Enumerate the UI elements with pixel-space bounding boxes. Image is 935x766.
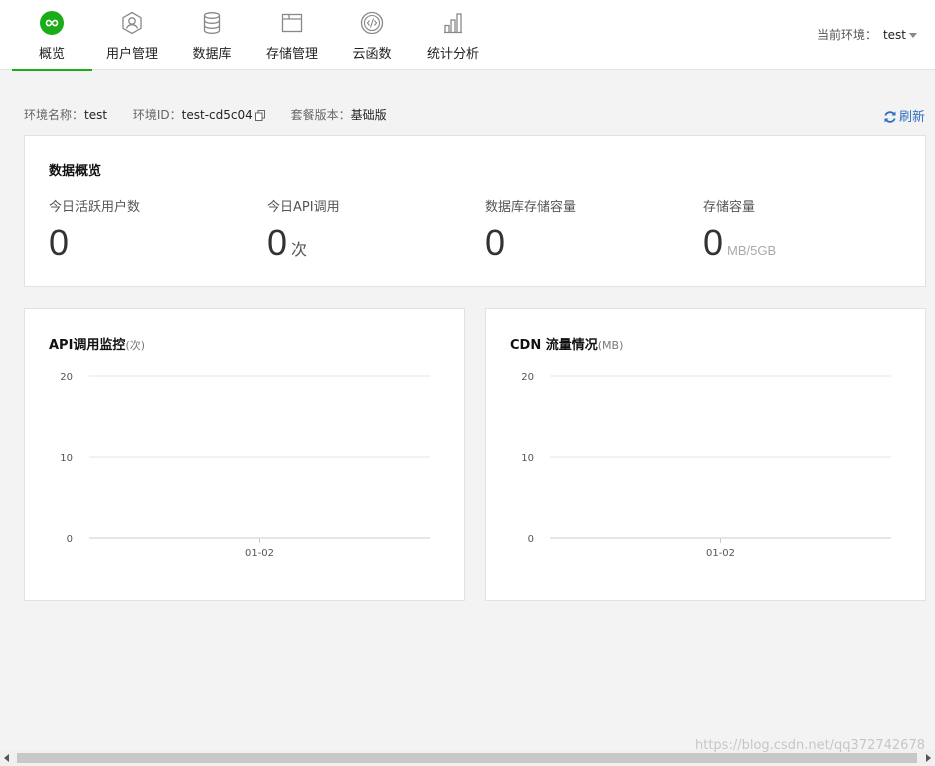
cloud-function-icon xyxy=(360,11,384,35)
stat-value: 0 xyxy=(703,222,724,263)
stat-unit: 次 xyxy=(291,242,308,259)
storage-folder-icon xyxy=(280,11,304,35)
y-tick-label: 0 xyxy=(528,534,534,545)
tab-statistics-label: 统计分析 xyxy=(426,47,479,62)
stat-database-capacity: 数据库存储容量 0 xyxy=(485,196,576,263)
stat-label: 今日API调用 xyxy=(267,200,340,215)
y-tick-label: 0 xyxy=(67,534,73,545)
y-tick-label: 20 xyxy=(60,372,73,383)
stat-label: 今日活跃用户数 xyxy=(49,200,141,215)
y-tick-label: 10 xyxy=(60,453,73,464)
stat-unit: MB/5GB xyxy=(727,243,777,258)
tab-user-management[interactable]: 用户管理 xyxy=(97,0,167,70)
y-tick-label: 20 xyxy=(521,372,534,383)
env-label: 当前环境： xyxy=(816,28,877,42)
tab-cloud-function[interactable]: 云函数 xyxy=(340,0,404,70)
tab-cloud-function-label: 云函数 xyxy=(352,47,392,62)
data-overview-card: 数据概览 今日活跃用户数 0 今日API调用 0次 数据库存储容量 0 存储容量… xyxy=(24,135,926,287)
top-navigation: 概览 用户管理 数据库 存储管理 云函数 统计分析 当前环境： test xyxy=(0,0,935,71)
cdn-chart: 0 10 20 01-02 xyxy=(521,372,891,559)
y-tick-label: 10 xyxy=(521,453,534,464)
user-icon xyxy=(120,11,144,35)
active-tab-indicator xyxy=(12,69,92,71)
scrollbar-thumb[interactable] xyxy=(17,753,917,763)
scroll-right-icon[interactable] xyxy=(926,754,931,762)
stat-label: 数据库存储容量 xyxy=(485,200,577,215)
refresh-icon xyxy=(884,111,896,123)
tab-storage-management[interactable]: 存储管理 xyxy=(257,0,327,70)
scroll-left-icon[interactable] xyxy=(4,754,9,762)
stat-active-users: 今日活跃用户数 0 xyxy=(49,196,140,263)
tab-database[interactable]: 数据库 xyxy=(180,0,244,70)
stat-value: 0 xyxy=(485,222,506,263)
tab-storage-management-label: 存储管理 xyxy=(265,47,318,62)
bar-chart-icon xyxy=(441,11,465,35)
env-id-value: test-cd5c04 xyxy=(181,108,253,122)
tab-database-label: 数据库 xyxy=(192,47,232,62)
env-id-label: 环境ID： xyxy=(132,108,182,122)
overview-infinity-icon xyxy=(40,11,64,35)
env-selector[interactable]: test xyxy=(883,28,917,42)
cdn-traffic-card: CDN 流量情况(MB) 0 10 20 01-02 xyxy=(485,308,926,601)
tab-overview[interactable]: 概览 xyxy=(12,0,92,71)
env-value: test xyxy=(882,28,906,42)
overview-title: 数据概览 xyxy=(49,164,102,179)
current-environment: 当前环境： test xyxy=(817,26,917,43)
caret-down-icon xyxy=(909,33,917,38)
api-chart: 0 10 20 01-02 xyxy=(60,372,430,559)
stat-value: 0 xyxy=(267,222,288,263)
env-name-label: 环境名称： xyxy=(24,108,85,122)
watermark: https://blog.csdn.net/qq372742678 xyxy=(694,738,925,753)
environment-info-bar: 环境名称：test 环境ID：test-cd5c04 套餐版本：基础版 xyxy=(24,106,387,123)
tab-overview-label: 概览 xyxy=(38,47,65,62)
database-icon xyxy=(200,11,224,35)
plan-value: 基础版 xyxy=(350,108,387,122)
tab-statistics[interactable]: 统计分析 xyxy=(418,0,488,70)
stat-value: 0 xyxy=(49,222,70,263)
stat-api-calls: 今日API调用 0次 xyxy=(267,196,340,271)
tab-user-management-label: 用户管理 xyxy=(105,47,158,62)
x-tick-label: 01-02 xyxy=(245,548,274,559)
refresh-button[interactable]: 刷新 xyxy=(883,106,925,125)
env-name-value: test xyxy=(84,108,108,122)
copy-icon[interactable] xyxy=(254,110,265,121)
stat-storage-capacity: 存储容量 0 MB/5GB xyxy=(703,196,776,271)
refresh-label: 刷新 xyxy=(898,110,925,125)
api-monitor-card: API调用监控(次) 0 10 20 01-02 xyxy=(24,308,465,601)
stat-label: 存储容量 xyxy=(703,200,756,215)
plan-label: 套餐版本： xyxy=(290,108,351,122)
x-tick-label: 01-02 xyxy=(706,548,735,559)
